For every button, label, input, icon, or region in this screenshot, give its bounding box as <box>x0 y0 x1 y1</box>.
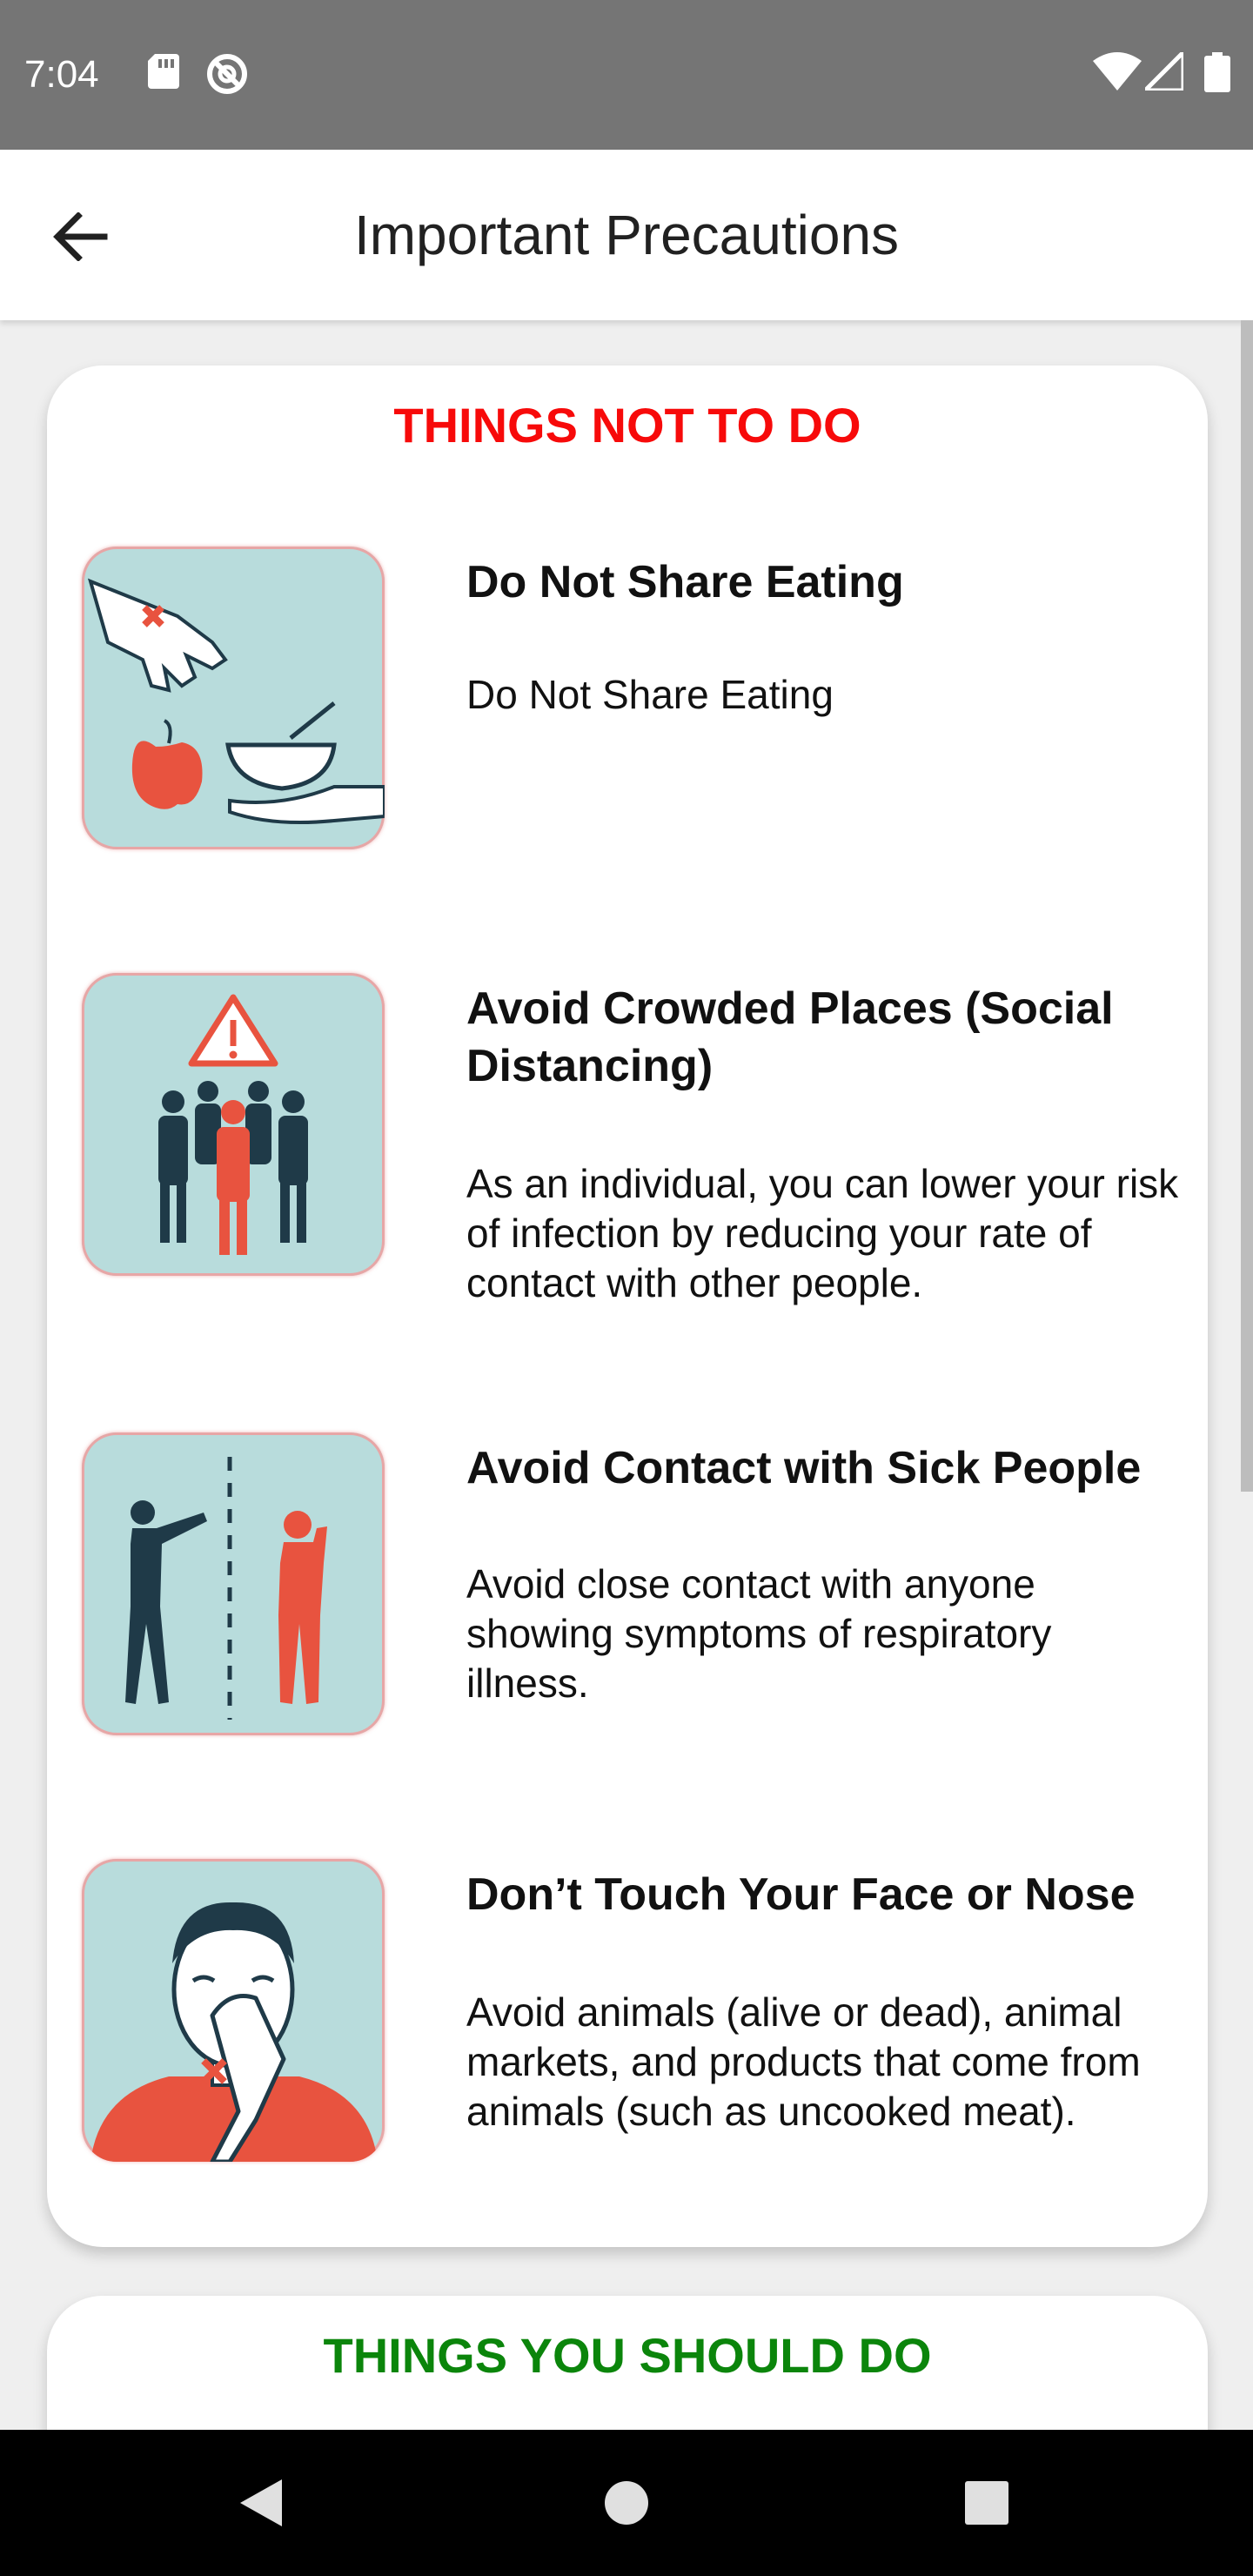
nav-recents-icon <box>965 2481 1008 2525</box>
system-navigation-bar <box>0 2430 1253 2576</box>
item-title: Do Not Share Eating <box>466 557 904 607</box>
item-description: As an individual, you can lower your ris… <box>466 1161 1179 1305</box>
things-you-should-do-card: THINGS YOU SHOULD DO <box>47 2296 1208 2430</box>
cellular-signal-icon <box>1145 52 1183 91</box>
no-disturb-icon <box>207 54 247 94</box>
status-time: 7:04 <box>24 53 99 96</box>
nav-recents-button[interactable] <box>917 2430 1056 2576</box>
section-title-not-to-do: THINGS NOT TO DO <box>393 398 861 453</box>
item-title: Avoid Crowded Places (Social Distancing) <box>466 983 1114 1091</box>
no-sharing-food-icon <box>82 547 385 849</box>
page-title: Important Precautions <box>353 204 900 266</box>
distance-sick-person-icon <box>82 1432 385 1735</box>
nav-back-button[interactable] <box>191 2430 331 2576</box>
nav-home-button[interactable] <box>557 2430 696 2576</box>
things-not-to-do-card: THINGS NOT TO DO Do Not Share Eating Do … <box>47 366 1208 2247</box>
status-bar: 7:04 <box>0 0 1253 150</box>
precaution-item[interactable]: Avoid Crowded Places (Social Distancing)… <box>82 973 1178 1356</box>
arrow-back-icon <box>53 212 108 261</box>
item-description: Avoid animals (alive or dead), animal ma… <box>466 1989 1141 2134</box>
nav-back-icon <box>240 2479 282 2526</box>
item-title: Avoid Contact with Sick People <box>466 1443 1142 1493</box>
precaution-item[interactable]: Do Not Share Eating Do Not Share Eating <box>82 547 1178 877</box>
section-title-should-do: THINGS YOU SHOULD DO <box>323 2328 932 2383</box>
precaution-item[interactable]: Don’t Touch Your Face or Nose Avoid anim… <box>82 1859 1178 2207</box>
app-bar: Important Precautions <box>0 150 1253 320</box>
precaution-item[interactable]: Avoid Contact with Sick People Avoid clo… <box>82 1432 1178 1781</box>
wifi-icon <box>1093 52 1142 91</box>
item-description: Avoid close contact with anyone showing … <box>466 1561 1052 1706</box>
sd-card-icon <box>148 54 179 89</box>
precautions-list[interactable]: THINGS NOT TO DO Do Not Share Eating Do … <box>0 320 1253 2430</box>
nav-home-icon <box>605 2481 648 2525</box>
item-description: Do Not Share Eating <box>466 672 834 717</box>
crowd-warning-icon <box>82 973 385 1276</box>
no-face-touch-icon <box>82 1859 385 2162</box>
battery-icon <box>1204 52 1230 92</box>
scrollbar[interactable] <box>1241 320 1253 1492</box>
item-title: Don’t Touch Your Face or Nose <box>466 1869 1136 1920</box>
back-button[interactable] <box>42 198 118 275</box>
